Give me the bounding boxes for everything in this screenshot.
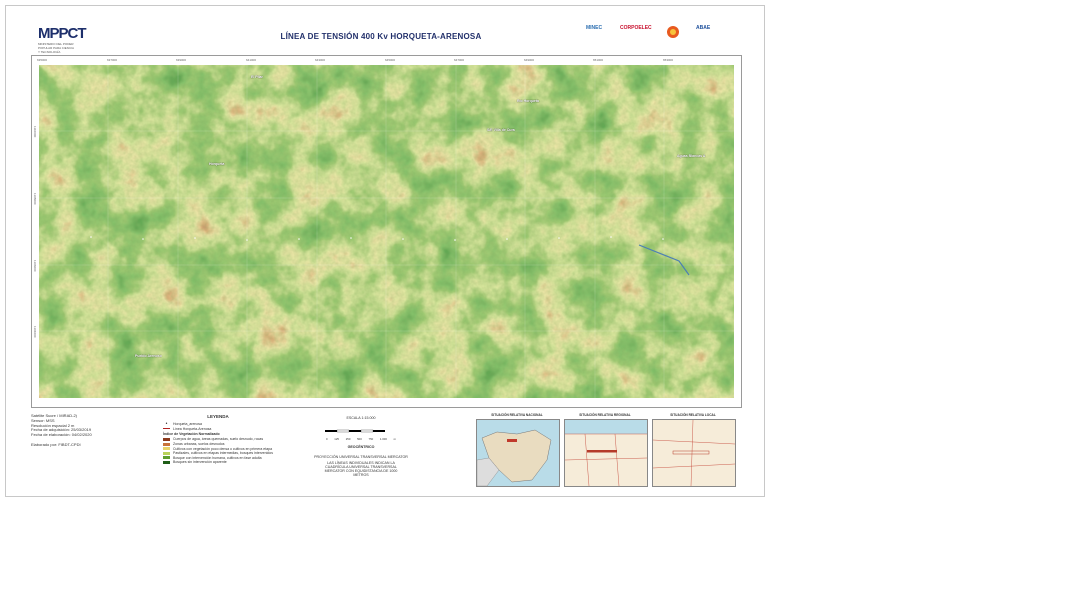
place-label: El Pilar <box>251 75 263 79</box>
metadata-line: Elaborado por: FIBDT-CPDI <box>31 441 81 447</box>
legend-label: Pastizales, cultivos en etapas intermedi… <box>173 451 273 456</box>
place-label: S/E Villa de Cura <box>487 128 515 132</box>
local-outline <box>652 419 736 487</box>
datum-text: GEOCÉNTRICO <box>347 445 375 449</box>
map-title: LÍNEA DE TENSIÓN 400 Kv HORQUETA-ARENOSA <box>280 32 482 41</box>
scale-label: 0 <box>326 437 328 441</box>
scale-label: 125 <box>334 437 339 441</box>
scale-label: 750 <box>368 437 374 441</box>
ndvi-raster <box>39 65 734 398</box>
coord-tick: 1108000 <box>33 193 37 205</box>
legend-label: Línea Horqueta-Arenosa <box>173 426 212 431</box>
legend-class-row: Pastizales, cultivos en etapas intermedi… <box>163 451 273 456</box>
legend-title: LEYENDA <box>207 414 229 419</box>
point-symbol-icon: • <box>165 421 168 428</box>
logo-text: MPPCT <box>38 25 86 42</box>
corpoelec-logo: CORPOELEC <box>620 25 652 31</box>
swatch-icon <box>163 451 170 455</box>
scale-unit: m <box>393 437 396 441</box>
scale-block: ESCALA 1:15.000 0 125 250 500 750 1.000 … <box>311 416 411 477</box>
legend-label: Cultivos con vegetación poco densa o cul… <box>173 446 273 451</box>
legend-class-row: Cultivos con vegetación poco densa o cul… <box>163 446 273 451</box>
inset-title-regional: SITUACIÓN RELATIVA REGIONAL <box>579 413 631 417</box>
scale-label: 500 <box>357 437 362 441</box>
swatch-icon <box>163 456 170 460</box>
place-label: Pueblo Arenoso <box>135 354 162 358</box>
projection-text: PROYECCIÓN UNIVERSAL TRANSVERSAL MERCATO… <box>314 455 408 459</box>
coord-tick: 1110000 <box>33 126 37 138</box>
coord-tick: 651000 <box>593 58 604 62</box>
place-label: Horqueta <box>209 162 225 166</box>
logo-subtitle: MINISTERIO DEL PODER POPULAR PARA CIENCI… <box>38 42 74 54</box>
legend-label: Zonas urbanas, suelos desnudos <box>173 442 225 447</box>
metadata-block: Satélite Sucre / MIRAD-2) Sensor: MSS Re… <box>31 413 92 448</box>
legend-index-title: Índice de Vegetación Normalizado <box>163 432 220 437</box>
legend-line-row: Línea Horqueta-Arenosa <box>163 427 273 432</box>
scale-label: 250 <box>345 437 351 441</box>
scale-labels: 0 125 250 500 750 1.000 m <box>326 437 396 441</box>
coord-tick: 643000 <box>315 58 326 62</box>
regional-outline <box>564 420 648 487</box>
coord-tick: 1106000 <box>33 260 37 272</box>
legend-class-row: Bosques sin intervención aparente <box>163 460 273 465</box>
legend-label: Horqueta_arenosa <box>173 422 202 427</box>
inset-local-map <box>652 419 736 487</box>
abae-logo: ABAE <box>696 25 711 31</box>
place-label: Río Horqueta <box>517 99 539 103</box>
coord-tick: 647000 <box>454 58 465 62</box>
swatch-icon <box>163 442 170 446</box>
legend-label: Cuerpos de agua, áreas quemadas, suelo d… <box>173 437 264 442</box>
inset-title-local: SITUACIÓN RELATIVA LOCAL <box>670 413 716 417</box>
coord-tick: 653000 <box>663 58 674 62</box>
map-frame: El Pilar Río Horqueta S/E Villa de Cura … <box>31 55 742 408</box>
satellite-ndvi-map[interactable]: El Pilar Río Horqueta S/E Villa de Cura … <box>39 65 734 398</box>
coord-tick: 635000 <box>37 58 48 62</box>
coord-tick: 645000 <box>385 58 396 62</box>
mppct-logo: MPPCT MINISTERIO DEL PODER POPULAR PARA … <box>34 20 86 54</box>
coord-tick: 639000 <box>176 58 187 62</box>
legend-label: Bosque con intervención humana, cultivos… <box>173 455 262 460</box>
place-label: Aguas Blancas A <box>677 154 706 158</box>
coord-tick: 641000 <box>246 58 257 62</box>
inset-regional-map <box>564 419 648 487</box>
scale-text: ESCALA 1:15.000 <box>346 416 376 420</box>
swatch-icon <box>163 437 170 441</box>
line-symbol-icon <box>163 428 170 430</box>
legend-class-row: Cuerpos de agua, áreas quemadas, suelo d… <box>163 437 273 442</box>
inset-title-national: SITUACIÓN RELATIVA NACIONAL <box>491 413 543 417</box>
metadata-line: Fecha de elaboración: 04/02/2020 <box>31 432 92 438</box>
scale-label: 1.000 <box>379 437 387 441</box>
coord-tick: 1104000 <box>33 326 37 338</box>
minec-logo: MINEC <box>586 25 603 31</box>
ministry-seal-logo <box>666 25 680 41</box>
legend-label: Bosques sin intervención aparente <box>173 460 227 465</box>
coord-tick: 637000 <box>107 58 118 62</box>
swatch-icon <box>163 460 170 464</box>
legend: LEYENDA • Horqueta_arenosa Línea Horqueta… <box>163 414 273 465</box>
swatch-icon <box>163 447 170 451</box>
inset-national-map <box>476 419 560 487</box>
map-sheet: MPPCT MINISTERIO DEL PODER POPULAR PARA … <box>5 5 765 497</box>
scale-bar <box>325 429 385 433</box>
coord-tick: 649000 <box>524 58 535 62</box>
legend-class-row: Bosque con intervención humana, cultivos… <box>163 456 273 461</box>
venezuela-outline <box>476 429 552 487</box>
grid-note: LAS LÍNEAS INDIVIDUALES INDICAN LA CUADR… <box>324 461 398 477</box>
